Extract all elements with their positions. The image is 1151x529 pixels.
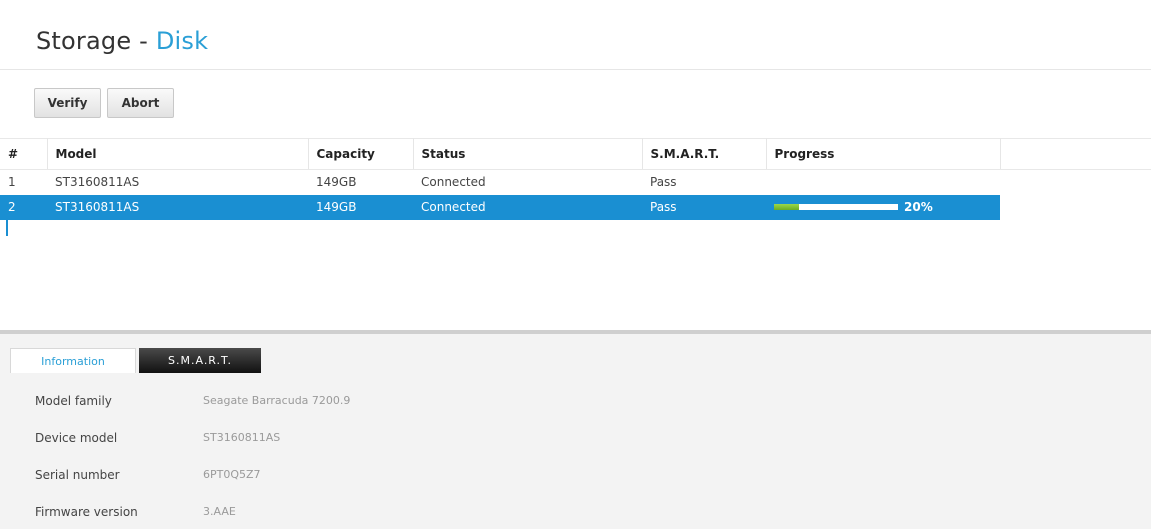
- cell-number: 2: [0, 194, 47, 220]
- column-header-model[interactable]: Model: [47, 138, 309, 170]
- toolbar: Verify Abort: [34, 88, 174, 118]
- abort-button[interactable]: Abort: [107, 88, 174, 118]
- table-row[interactable]: 1 ST3160811AS 149GB Connected Pass: [0, 170, 1151, 195]
- disk-table: # Model Capacity Status S.M.A.R.T. Progr…: [0, 138, 1151, 220]
- cell-model: ST3160811AS: [47, 194, 308, 220]
- progress-percent: 20%: [904, 200, 933, 214]
- cell-progress: 20%: [766, 194, 1000, 220]
- column-header-capacity[interactable]: Capacity: [308, 138, 414, 170]
- info-row-firmware-version: Firmware version 3.AAE: [35, 505, 350, 529]
- column-header-smart[interactable]: S.M.A.R.T.: [642, 138, 767, 170]
- cell-filler: [1000, 170, 1151, 195]
- cell-status: Connected: [413, 194, 642, 220]
- info-value: 3.AAE: [203, 505, 236, 518]
- column-header-number[interactable]: #: [0, 138, 48, 170]
- page-title-sub: Disk: [155, 27, 209, 55]
- cell-number: 1: [8, 175, 16, 190]
- info-label: Device model: [35, 431, 118, 445]
- cell-model: ST3160811AS: [55, 175, 140, 190]
- details-tab-bar: Information S.M.A.R.T.: [10, 348, 261, 373]
- info-value: 6PT0Q5Z7: [203, 468, 261, 481]
- page-title-main: Storage: [36, 27, 132, 55]
- info-row-serial-number: Serial number 6PT0Q5Z7: [35, 468, 350, 505]
- column-header-status[interactable]: Status: [413, 138, 643, 170]
- cell-smart: Pass: [642, 194, 766, 220]
- verify-button[interactable]: Verify: [34, 88, 101, 118]
- page-title: Storage - Disk: [36, 27, 208, 55]
- details-panel: Information S.M.A.R.T. Model family Seag…: [0, 330, 1151, 529]
- info-row-model-family: Model family Seagate Barracuda 7200.9: [35, 394, 350, 431]
- cell-capacity: 149GB: [308, 194, 413, 220]
- column-header-progress[interactable]: Progress: [766, 138, 1001, 170]
- cell-smart: Pass: [650, 175, 677, 190]
- info-label: Model family: [35, 394, 112, 408]
- page-header: Storage - Disk: [0, 0, 1151, 70]
- tab-smart[interactable]: S.M.A.R.T.: [139, 348, 261, 373]
- column-header-filler: [1000, 138, 1151, 170]
- progress-bar-fill: [774, 204, 799, 210]
- cell-capacity: 149GB: [316, 175, 357, 190]
- info-value: ST3160811AS: [203, 431, 281, 444]
- info-row-device-model: Device model ST3160811AS: [35, 431, 350, 468]
- page-title-separator: -: [139, 27, 149, 55]
- table-row-selected[interactable]: 2 ST3160811AS 149GB Connected Pass 20%: [0, 194, 1151, 220]
- table-header-row: # Model Capacity Status S.M.A.R.T. Progr…: [0, 138, 1151, 170]
- progress-indicator: 20%: [774, 200, 1000, 214]
- info-value: Seagate Barracuda 7200.9: [203, 394, 351, 407]
- progress-bar: [774, 204, 898, 210]
- cell-status: Connected: [421, 175, 486, 190]
- cell-filler: [1000, 194, 1151, 220]
- cell-progress: [766, 170, 1000, 195]
- info-list: Model family Seagate Barracuda 7200.9 De…: [35, 394, 350, 529]
- info-label: Firmware version: [35, 505, 138, 519]
- info-label: Serial number: [35, 468, 120, 482]
- tab-information[interactable]: Information: [10, 348, 136, 373]
- disk-table-container: # Model Capacity Status S.M.A.R.T. Progr…: [0, 138, 1151, 330]
